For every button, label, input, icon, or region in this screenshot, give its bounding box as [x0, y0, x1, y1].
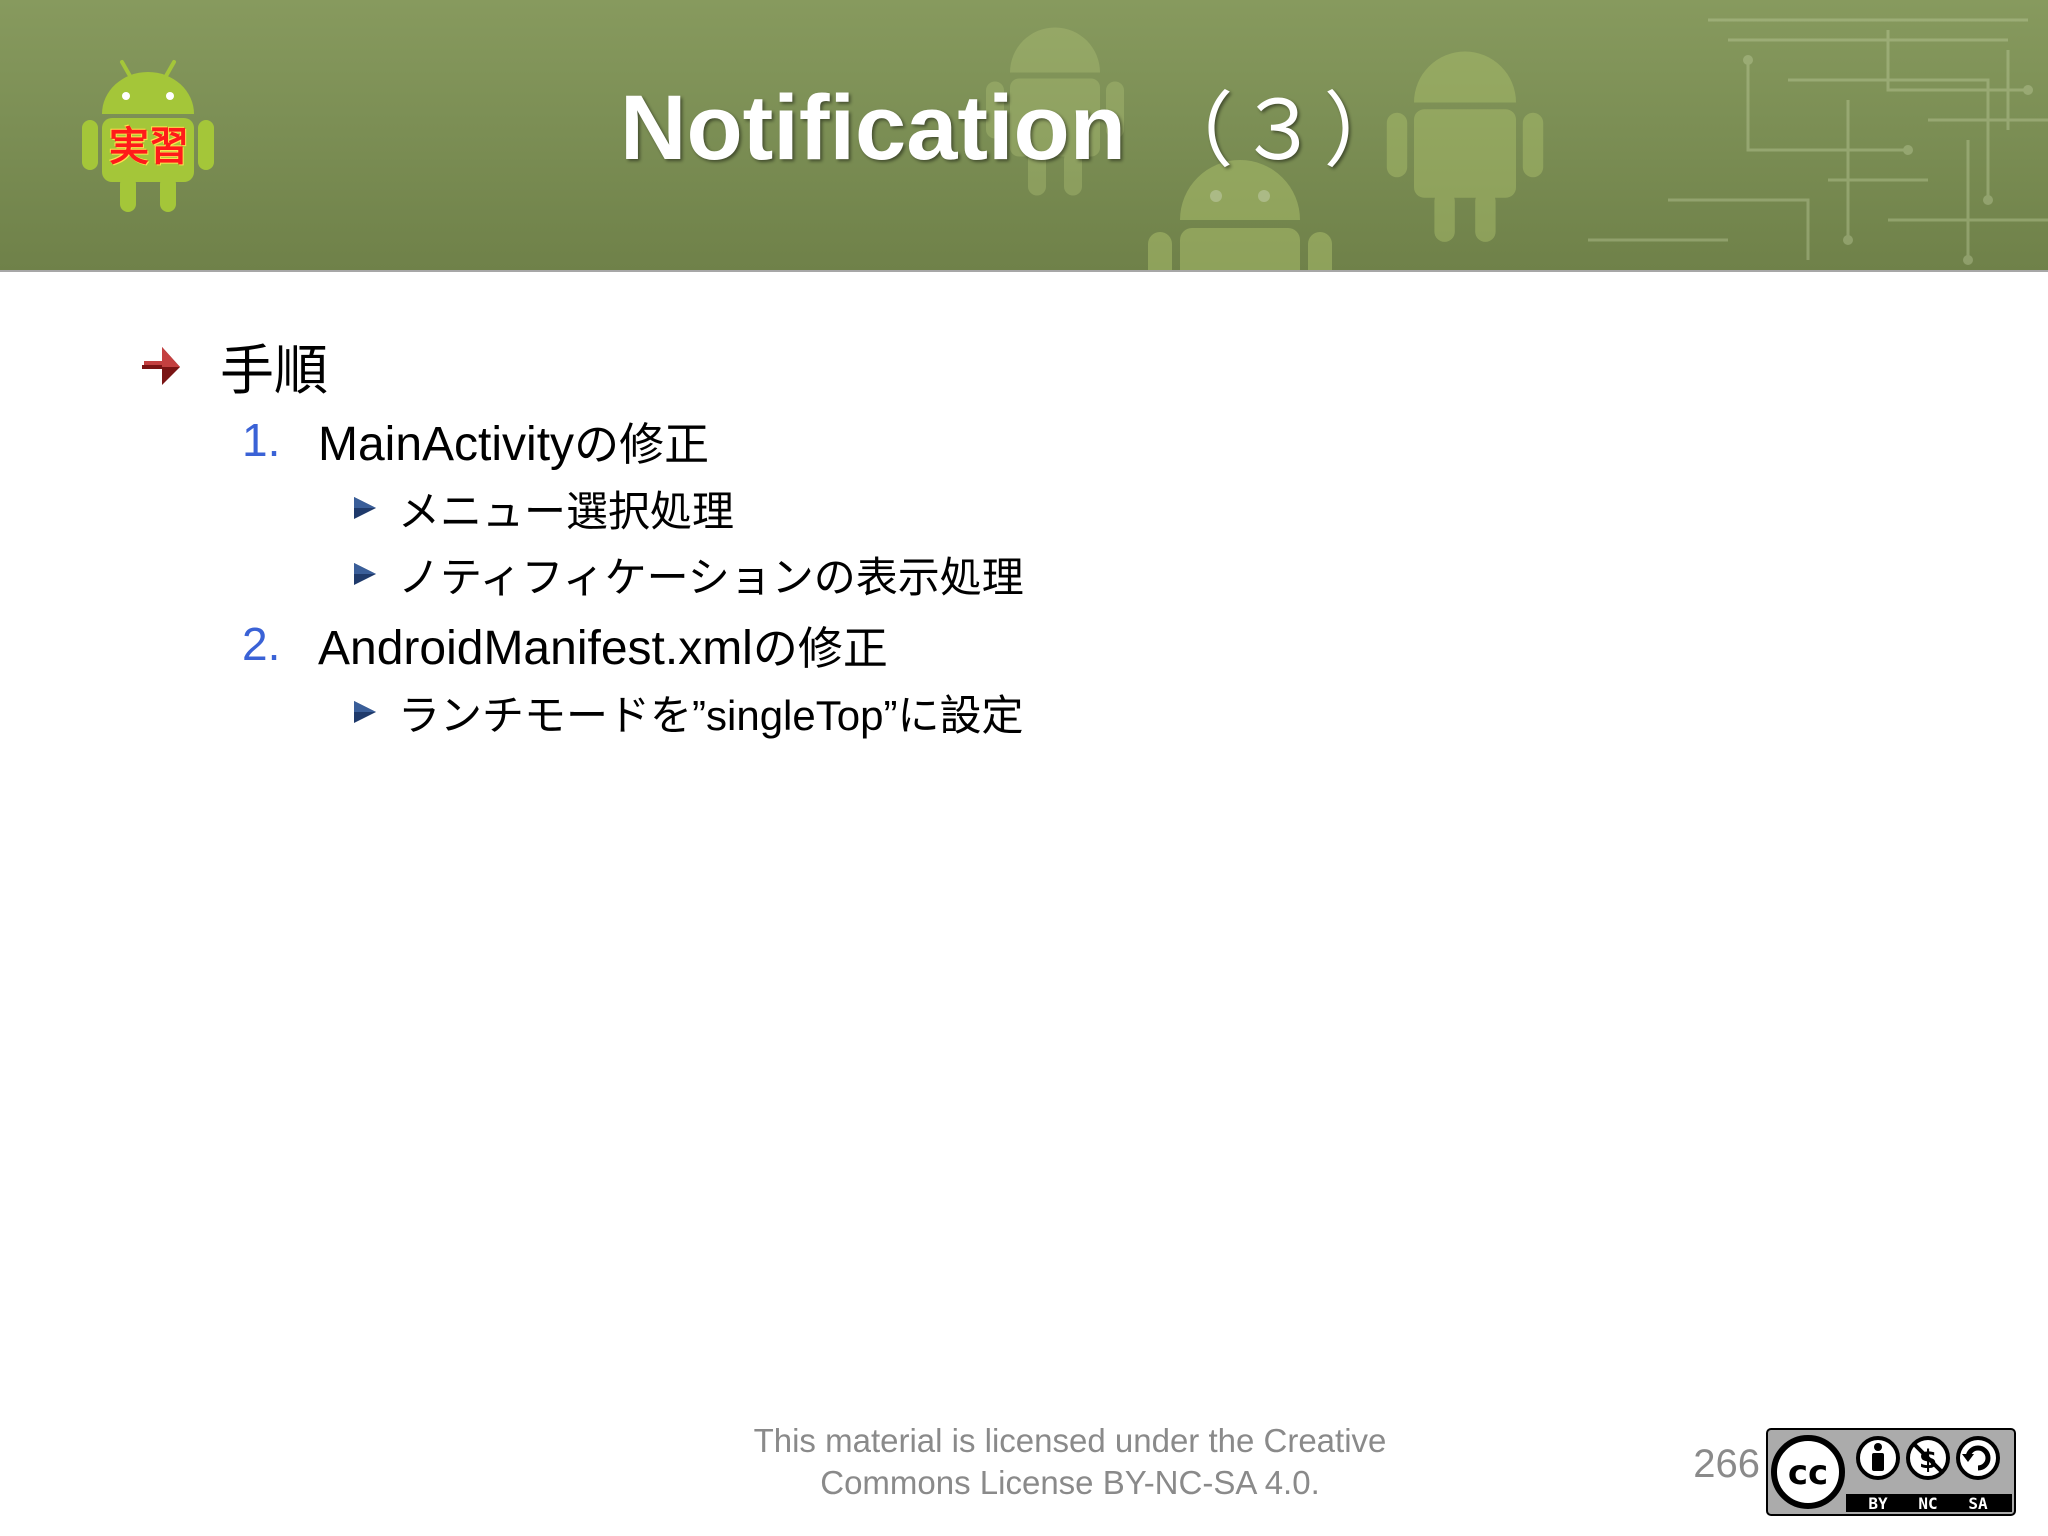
list-item-latin: AndroidManifest.xml [318, 621, 753, 675]
list-item-text: MainActivityの修正 [318, 408, 709, 473]
license-line-1: This material is licensed under the Crea… [753, 1422, 1387, 1459]
logo: 実習 [80, 56, 216, 216]
list-item-jp: の修正 [574, 417, 710, 471]
sub-list-item: メニュー選択処理 [352, 478, 734, 538]
sub-list-item: ランチモードを”singleTop”に設定 [352, 682, 1023, 742]
list-item-latin: MainActivity [318, 417, 575, 471]
cc-mark: cc [1788, 1453, 1828, 1493]
title-paren: （３） [1151, 84, 1410, 179]
license-line-2: Commons License BY-NC-SA 4.0. [820, 1464, 1320, 1501]
list-item-jp: の修正 [752, 621, 888, 675]
triangle-bullet-icon [354, 563, 376, 585]
sub-list-item-text: メニュー選択処理 [398, 486, 735, 536]
sub-text-post: に設定 [897, 690, 1024, 740]
sub-text-latin: ”singleTop” [692, 691, 898, 739]
license-text: This material is licensed under the Crea… [690, 1420, 1450, 1504]
title-main: Notification [620, 77, 1126, 179]
main-bullet: 手順 [140, 330, 328, 402]
sub-text-pre: ランチモードを [398, 690, 693, 740]
list-item-text: AndroidManifest.xmlの修正 [318, 612, 888, 677]
list-item: 2. AndroidManifest.xmlの修正 [242, 612, 888, 676]
sub-list-item-text: ノティフィケーションの表示処理 [398, 552, 1024, 602]
triangle-bullet-icon [354, 701, 376, 723]
list-number: 2. [242, 618, 281, 670]
main-bullet-text: 手順 [220, 338, 328, 402]
triangle-bullet-icon [354, 497, 376, 519]
badge-nc: NC [1918, 1494, 1937, 1513]
page-number: 266 [1693, 1442, 1760, 1486]
creative-commons-by-nc-sa-icon: cc $ BY NC SA [1766, 1428, 2016, 1516]
slide: 実習 Notification （３） 手順 1. MainActivityの修… [0, 0, 2048, 1536]
sub-list-item: ノティフィケーションの表示処理 [352, 544, 1024, 604]
badge-sa: SA [1968, 1494, 1988, 1513]
slide-title: Notification （３） [620, 68, 1410, 192]
arrow-bullet-icon [142, 347, 180, 385]
badge-by: BY [1868, 1494, 1888, 1513]
list-number: 1. [242, 414, 281, 466]
license-badge[interactable]: cc $ BY NC SA [1766, 1428, 2016, 1516]
sub-list-item-text: ランチモードを”singleTop”に設定 [398, 682, 1023, 743]
list-item: 1. MainActivityの修正 [242, 408, 709, 472]
logo-label: 実習 [109, 124, 189, 170]
header-banner: 実習 Notification （３） [0, 0, 2048, 272]
